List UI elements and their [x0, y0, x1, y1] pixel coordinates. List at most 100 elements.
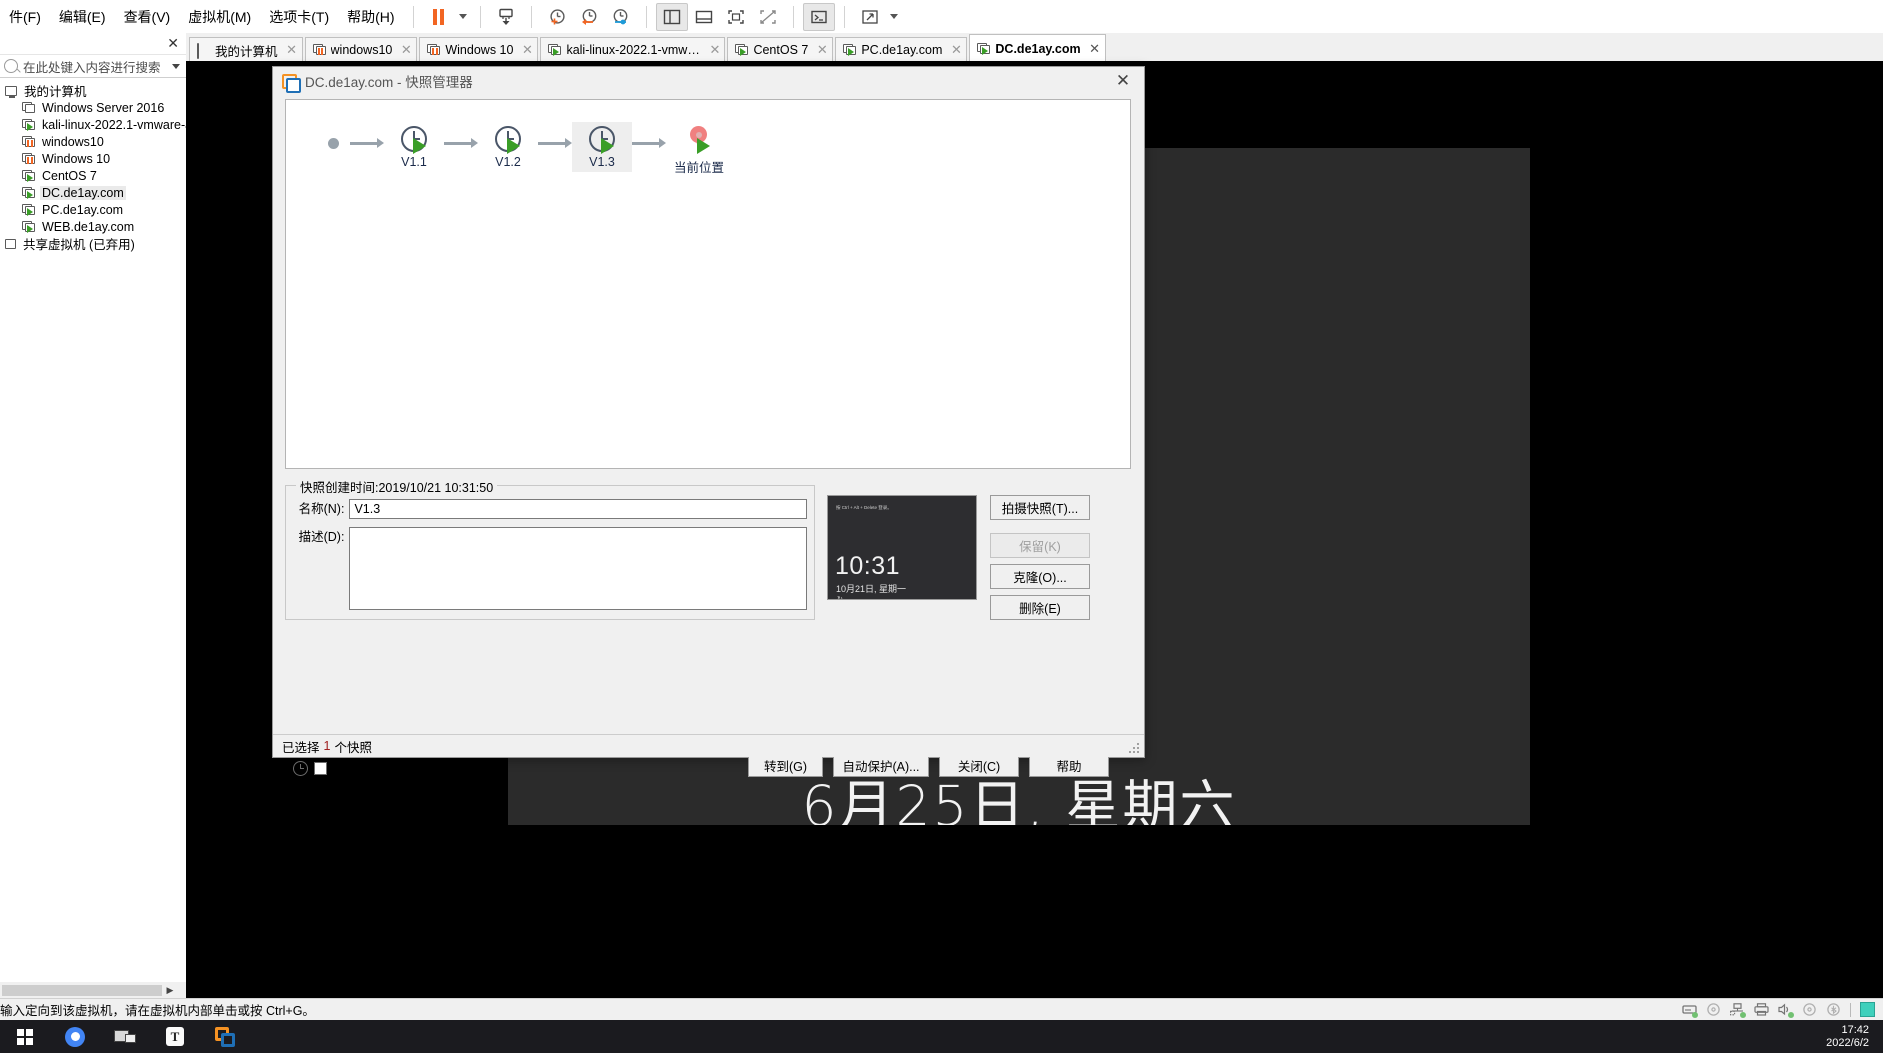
- chevron-down-icon[interactable]: [172, 63, 180, 69]
- tree-item-dc-de1ay-com[interactable]: DC.de1ay.com: [0, 184, 186, 201]
- close-sidebar-icon[interactable]: ✕: [0, 33, 186, 55]
- show-autoprotect-label: 显示自动保护快照(S): [333, 763, 450, 777]
- take-snapshot-button[interactable]: 拍摄快照(T)...: [990, 495, 1090, 520]
- chrome-icon: [65, 1026, 85, 1047]
- tree-item-pc-de1ay-com[interactable]: PC.de1ay.com: [0, 201, 186, 218]
- network-adapter-icon[interactable]: [1730, 1002, 1746, 1018]
- tab-my-computer[interactable]: 我的计算机 ✕: [189, 37, 303, 62]
- search-placeholder: 在此处键入内容进行搜索: [23, 60, 161, 75]
- snapshot-description-input[interactable]: [349, 527, 807, 610]
- close-icon[interactable]: ✕: [710, 42, 721, 58]
- show-thumbnail-bar-icon[interactable]: [688, 3, 720, 31]
- snapshot-label: V1.3: [589, 155, 615, 169]
- delete-button[interactable]: 删除(E): [990, 595, 1090, 620]
- tab-centos-7[interactable]: CentOS 7 ✕: [727, 37, 834, 62]
- close-icon[interactable]: ✕: [521, 42, 533, 58]
- sidebar-horizontal-scrollbar[interactable]: ▶: [0, 982, 186, 998]
- taskbar-chrome[interactable]: [50, 1020, 100, 1053]
- close-icon[interactable]: ✕: [400, 42, 412, 58]
- tab-windows-10[interactable]: Windows 10 ✕: [419, 37, 539, 62]
- close-button[interactable]: 关闭(C): [939, 754, 1019, 777]
- tab-label: kali-linux-2022.1-vmware-am...: [566, 43, 701, 57]
- snapshot-node-v1-2[interactable]: V1.2: [478, 122, 538, 172]
- menu-edit[interactable]: 编辑(E): [50, 4, 115, 30]
- vm-library-tree: 我的计算机 Windows Server 2016 kali-linux-202…: [0, 78, 186, 252]
- clone-button[interactable]: 克隆(O)...: [990, 564, 1090, 589]
- show-library-icon[interactable]: [655, 2, 688, 31]
- snapshot-node-v1-3[interactable]: V1.3: [572, 122, 632, 172]
- tab-kali-linux[interactable]: kali-linux-2022.1-vmware-am... ✕: [540, 37, 726, 62]
- show-autoprotect-checkbox[interactable]: [314, 762, 327, 775]
- close-icon[interactable]: ✕: [1102, 67, 1144, 95]
- clock-time: 17:42: [1841, 1023, 1869, 1036]
- take-snapshot-icon[interactable]: [541, 3, 573, 31]
- search-input[interactable]: 在此处键入内容进行搜索: [0, 55, 186, 78]
- manage-snapshots-icon[interactable]: [605, 3, 637, 31]
- console-view-icon[interactable]: [802, 2, 835, 31]
- hard-disk-icon[interactable]: [1682, 1003, 1698, 1018]
- usb-device-icon[interactable]: [1802, 1002, 1817, 1017]
- guest-lockscreen-date: 6月25日, 星期六: [801, 774, 1237, 825]
- close-icon[interactable]: ✕: [950, 42, 962, 58]
- tree-item-label: 共享虚拟机 (已弃用): [23, 238, 135, 252]
- snapshot-node-current-position[interactable]: 当前位置: [666, 122, 732, 179]
- help-button[interactable]: 帮助: [1029, 754, 1109, 777]
- vm-message-log-icon[interactable]: [1860, 1002, 1875, 1017]
- tray-separator: [1850, 1002, 1851, 1017]
- keep-button[interactable]: 保留(K): [990, 533, 1090, 558]
- snapshot-tree-canvas[interactable]: V1.1 V1.2 V1.3 当前位置: [285, 99, 1131, 469]
- stretch-guest-icon[interactable]: [854, 3, 886, 31]
- tab-pc-de1ay-com[interactable]: PC.de1ay.com ✕: [835, 37, 968, 62]
- menu-vm[interactable]: 虚拟机(M): [179, 4, 260, 30]
- menu-view[interactable]: 查看(V): [115, 4, 180, 30]
- fullscreen-icon[interactable]: [720, 3, 752, 31]
- tab-windows10[interactable]: windows10 ✕: [304, 37, 418, 62]
- tree-item-shared-vms[interactable]: 共享虚拟机 (已弃用): [0, 235, 186, 252]
- menu-tabs[interactable]: 选项卡(T): [260, 4, 338, 30]
- scrollbar-thumb[interactable]: [2, 984, 162, 996]
- pause-dropdown-chevron-down-icon[interactable]: [455, 4, 471, 30]
- tree-item-windows-server-2016[interactable]: Windows Server 2016: [0, 99, 186, 116]
- close-icon[interactable]: ✕: [1089, 41, 1101, 57]
- pause-icon[interactable]: [423, 3, 455, 31]
- sound-card-icon[interactable]: [1778, 1002, 1794, 1018]
- scroll-right-icon[interactable]: ▶: [162, 982, 178, 998]
- snapshot-node-v1-1[interactable]: V1.1: [384, 122, 444, 172]
- tree-item-label: DC.de1ay.com: [40, 185, 126, 200]
- preview-login-hint: 按 Ctrl + Alt + Delete 登录。: [836, 505, 892, 510]
- taskbar-clock[interactable]: 17:42 2022/6/2: [1826, 1020, 1869, 1053]
- tree-item-kali-linux[interactable]: kali-linux-2022.1-vmware-amd: [0, 116, 186, 133]
- bluetooth-icon[interactable]: [1826, 1002, 1841, 1017]
- start-button[interactable]: [0, 1020, 50, 1053]
- tree-item-centos-7[interactable]: CentOS 7: [0, 167, 186, 184]
- taskbar-typora[interactable]: T: [150, 1020, 200, 1053]
- goto-button[interactable]: 转到(G): [748, 754, 823, 777]
- tree-item-windows-10[interactable]: Windows 10: [0, 150, 186, 167]
- taskbar-vmware[interactable]: [200, 1020, 250, 1053]
- cd-dvd-icon[interactable]: [1706, 1002, 1721, 1017]
- monitor-icon: [197, 43, 210, 59]
- close-icon[interactable]: ✕: [816, 42, 828, 58]
- revert-snapshot-icon[interactable]: [573, 3, 605, 31]
- menu-help[interactable]: 帮助(H): [338, 4, 403, 30]
- send-ctrl-alt-del-icon[interactable]: [490, 3, 522, 31]
- snapshot-name-input[interactable]: [349, 499, 807, 519]
- close-icon[interactable]: ✕: [286, 42, 298, 58]
- tree-item-windows10[interactable]: windows10: [0, 133, 186, 150]
- autoprotect-button[interactable]: 自动保护(A)...: [833, 754, 929, 777]
- unity-mode-icon[interactable]: [752, 3, 784, 31]
- current-position-pin-icon: [686, 126, 712, 154]
- show-autoprotect-row[interactable]: 显示自动保护快照(S): [293, 759, 450, 778]
- tree-item-label: CentOS 7: [42, 168, 97, 183]
- stretch-dropdown-chevron-down-icon[interactable]: [886, 4, 902, 30]
- tree-item-web-de1ay-com[interactable]: WEB.de1ay.com: [0, 218, 186, 235]
- dialog-title-bar[interactable]: DC.de1ay.com - 快照管理器: [273, 67, 1144, 95]
- tab-dc-de1ay-com[interactable]: DC.de1ay.com ✕: [969, 34, 1106, 62]
- tree-item-my-computer[interactable]: 我的计算机: [0, 82, 186, 99]
- resize-grip-icon[interactable]: [1129, 743, 1141, 755]
- taskbar-display[interactable]: [100, 1020, 150, 1053]
- printer-icon[interactable]: [1754, 1002, 1769, 1017]
- snapshot-manager-dialog: DC.de1ay.com - 快照管理器 ✕ V1.1 V1.2 V1.3 当前…: [272, 66, 1145, 777]
- menu-file[interactable]: 件(F): [0, 4, 50, 30]
- name-label: 名称(N):: [298, 502, 345, 516]
